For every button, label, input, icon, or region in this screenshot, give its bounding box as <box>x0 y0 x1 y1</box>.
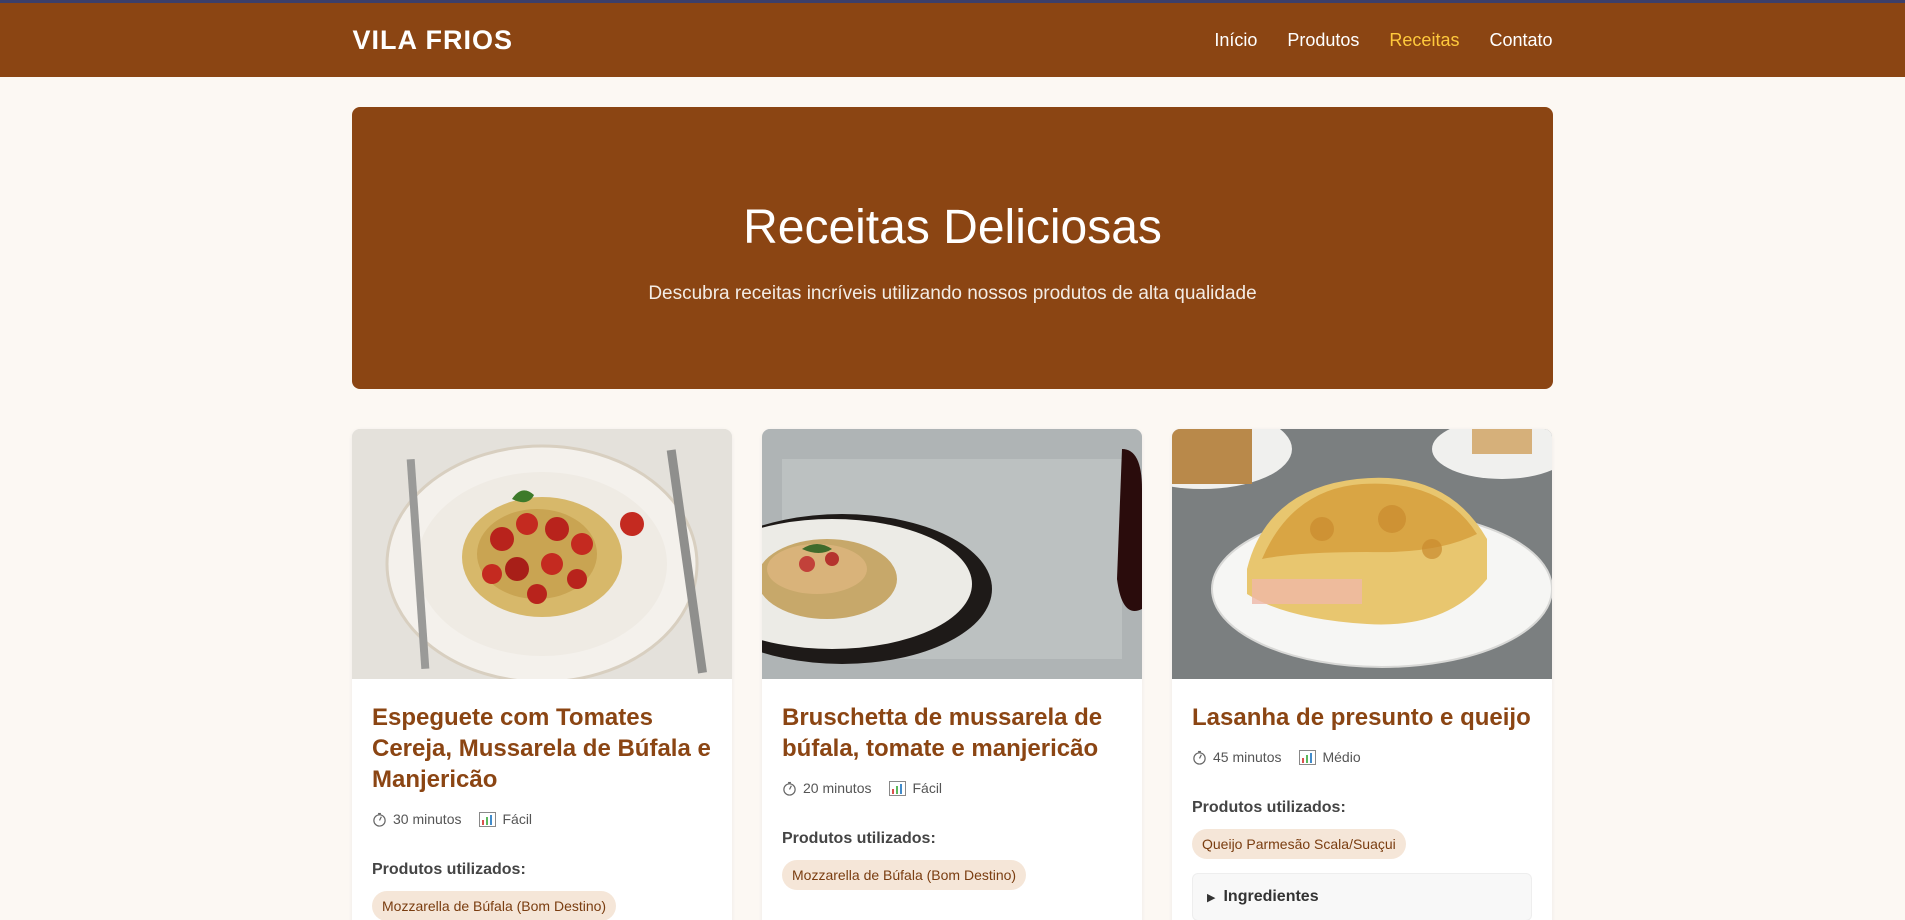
product-chip[interactable]: Mozzarella de Búfala (Bom Destino) <box>372 891 617 920</box>
recipe-difficulty: Fácil <box>502 811 533 827</box>
hero-banner: Receitas Deliciosas Descubra receitas in… <box>352 107 1553 389</box>
timer-icon <box>783 781 796 796</box>
recipe-difficulty: Médio <box>1322 749 1361 765</box>
recipe-card-body: Lasanha de presunto e queijo 45 minutos … <box>1172 679 1552 920</box>
chart-icon <box>1299 749 1317 765</box>
chart-icon <box>479 811 497 827</box>
recipe-card[interactable]: Bruschetta de mussarela de búfala, tomat… <box>762 429 1142 920</box>
triangle-right-icon: ▶ <box>1207 891 1216 904</box>
recipe-time: 20 minutos <box>803 780 872 796</box>
hero-subtitle: Descubra receitas incríveis utilizando n… <box>648 282 1257 304</box>
main-content: Receitas Deliciosas Descubra receitas in… <box>352 107 1553 920</box>
recipe-card[interactable]: Lasanha de presunto e queijo 45 minutos … <box>1172 429 1552 920</box>
difficulty-meta: Fácil <box>479 811 532 827</box>
difficulty-meta: Médio <box>1299 749 1361 765</box>
recipe-image-lasagna <box>1172 429 1552 679</box>
hero-title: Receitas Deliciosas <box>743 200 1162 254</box>
time-meta: 20 minutos <box>782 780 871 796</box>
recipe-meta: 20 minutos Fácil <box>782 780 1122 796</box>
product-chip[interactable]: Mozzarella de Búfala (Bom Destino) <box>782 860 1027 890</box>
nav-link-receitas[interactable]: Receitas <box>1389 30 1459 51</box>
navbar-inner: VILA FRIOS Início Produtos Receitas Cont… <box>353 3 1553 77</box>
nav-link-inicio[interactable]: Início <box>1214 30 1257 51</box>
top-navbar: VILA FRIOS Início Produtos Receitas Cont… <box>0 0 1905 77</box>
recipe-difficulty: Fácil <box>912 780 943 796</box>
products-label: Produtos utilizados: <box>782 830 936 847</box>
product-chip[interactable]: Queijo Parmesão Scala/Suaçui <box>1192 829 1406 859</box>
recipe-card-body: Espeguete com Tomates Cereja, Mussarela … <box>352 679 732 920</box>
recipe-meta: 45 minutos Médio <box>1192 749 1532 765</box>
recipe-time: 30 minutos <box>393 811 462 827</box>
recipe-title[interactable]: Lasanha de presunto e queijo <box>1192 702 1532 733</box>
brand-logo[interactable]: VILA FRIOS <box>353 25 514 56</box>
recipe-time: 45 minutos <box>1213 749 1282 765</box>
recipe-card-body: Bruschetta de mussarela de búfala, tomat… <box>762 679 1142 913</box>
timer-icon <box>1193 750 1206 765</box>
products-label: Produtos utilizados: <box>1192 799 1346 816</box>
timer-icon <box>373 812 386 827</box>
products-label: Produtos utilizados: <box>372 861 526 878</box>
chart-icon <box>889 780 907 796</box>
recipe-image-spaghetti <box>352 429 732 679</box>
nav-link-contato[interactable]: Contato <box>1489 30 1552 51</box>
recipe-image-bruschetta <box>762 429 1142 679</box>
ingredients-toggle[interactable]: ▶ Ingredientes <box>1192 873 1532 920</box>
time-meta: 45 minutos <box>1192 749 1281 765</box>
main-nav: Início Produtos Receitas Contato <box>1214 30 1552 51</box>
recipe-title[interactable]: Bruschetta de mussarela de búfala, tomat… <box>782 702 1122 764</box>
recipe-title[interactable]: Espeguete com Tomates Cereja, Mussarela … <box>372 702 712 795</box>
difficulty-meta: Fácil <box>889 780 942 796</box>
recipe-card[interactable]: Espeguete com Tomates Cereja, Mussarela … <box>352 429 732 920</box>
ingredients-label: Ingredientes <box>1223 888 1319 905</box>
nav-link-produtos[interactable]: Produtos <box>1287 30 1359 51</box>
time-meta: 30 minutos <box>372 811 461 827</box>
recipe-grid: Espeguete com Tomates Cereja, Mussarela … <box>352 429 1553 920</box>
recipe-meta: 30 minutos Fácil <box>372 811 712 827</box>
